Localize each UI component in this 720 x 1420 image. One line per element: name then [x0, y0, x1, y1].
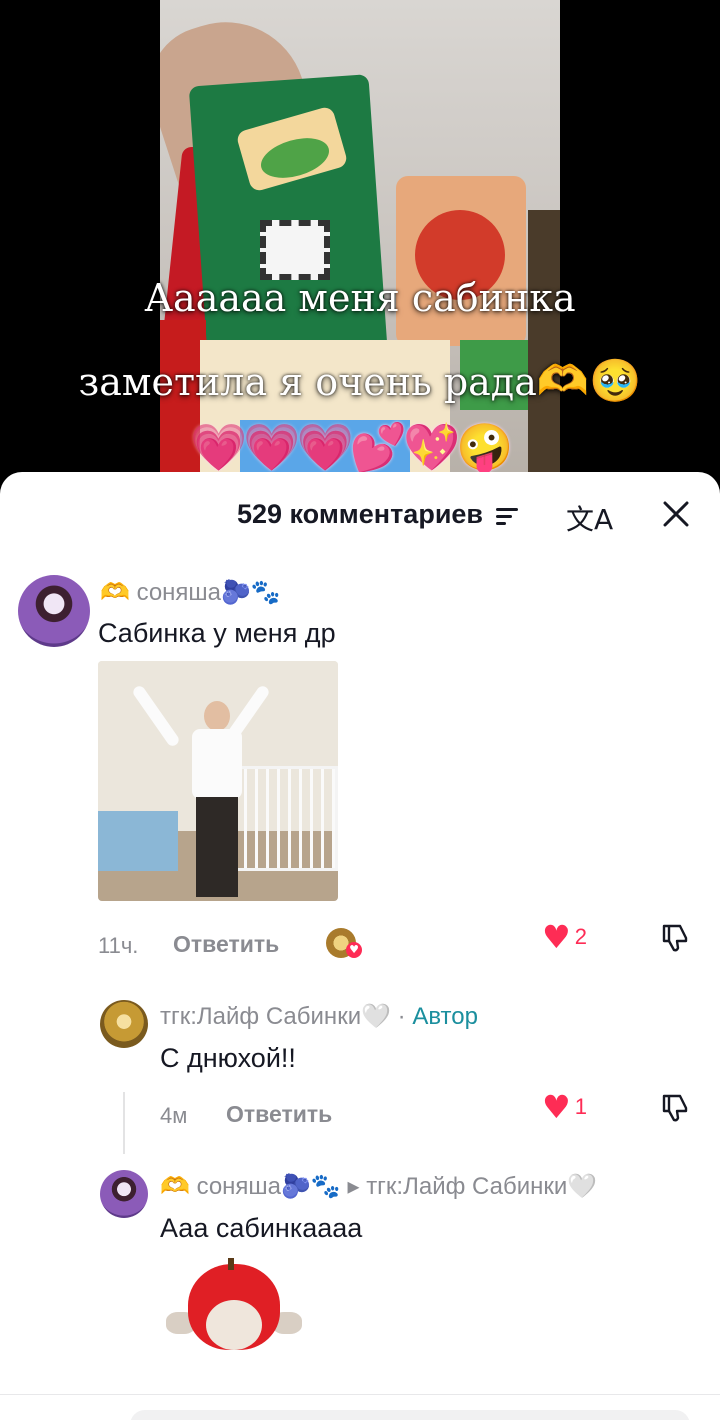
reply-text: Ааа сабинкаааа: [160, 1213, 363, 1243]
username-text: соняша: [196, 1173, 282, 1200]
creator-liked-heart-icon: ♥: [346, 942, 362, 958]
username-text: соняша: [136, 579, 222, 606]
sort-lines-icon[interactable]: [496, 508, 518, 526]
hearts-sticker-row: 💗💗💗💕💖🤪: [190, 420, 514, 475]
thread-line: [123, 1092, 125, 1154]
comments-header: 529 комментариев 文A: [0, 472, 720, 560]
close-icon[interactable]: [660, 498, 692, 530]
video-player[interactable]: Аааааа меня сабинка заметила я очень рад…: [0, 0, 720, 480]
white-heart-emoji: 🤍: [361, 1002, 391, 1030]
avatar[interactable]: [18, 575, 90, 647]
avatar[interactable]: [100, 1000, 148, 1048]
comments-sheet: 529 комментариев 文A 🫶 соняша🫐🐾 Сабинка у…: [0, 472, 720, 1420]
blueberry-paw-emoji: 🫐🐾: [221, 578, 281, 606]
apple-cat-sticker[interactable]: [166, 1258, 302, 1358]
heart-icon: ♥: [542, 1088, 571, 1126]
heart-icon: ♥: [542, 918, 571, 956]
divider: [0, 1394, 720, 1395]
video-caption-line-2: заметила я очень рада🫶🥹: [0, 356, 720, 406]
reply-to-username[interactable]: тгк:Лайф Сабинки: [366, 1173, 567, 1200]
reply-arrow-icon: ▸: [347, 1173, 360, 1200]
dislike-icon[interactable]: [658, 920, 692, 954]
dislike-icon[interactable]: [658, 1090, 692, 1124]
comment-photo[interactable]: [98, 661, 338, 901]
pink-hearts-emoji: 💗💗💗💕💖: [190, 420, 460, 474]
video-caption-line-1: Аааааа меня сабинка: [144, 276, 576, 320]
reply-username[interactable]: 🫶 соняша🫐🐾 ▸ тгк:Лайф Сабинки🤍: [160, 1172, 597, 1201]
translate-icon[interactable]: 文A: [566, 498, 613, 538]
qr-code-illustration: [260, 220, 330, 280]
like-count: 2: [574, 924, 587, 949]
white-heart-emoji: 🤍: [567, 1172, 598, 1200]
like-button[interactable]: ♥ 2: [542, 918, 587, 956]
username-text: тгк:Лайф Сабинки: [160, 1003, 362, 1030]
heart-hands-emoji: 🫶🥹: [536, 356, 642, 405]
reply-username[interactable]: тгк:Лайф Сабинки🤍 · Автор: [160, 1002, 478, 1031]
heart-hands-emoji: 🫶: [160, 1172, 190, 1200]
zany-face-emoji: 🤪: [456, 420, 513, 474]
video-frame: [160, 0, 560, 480]
separator-dot: ·: [397, 1003, 406, 1030]
comment-username[interactable]: 🫶 соняша🫐🐾: [100, 578, 281, 607]
video-caption-text-2: заметила я очень рада: [78, 360, 537, 404]
comment-time: 11ч.: [98, 933, 139, 958]
author-badge: Автор: [412, 1003, 478, 1030]
reply-button[interactable]: Ответить: [173, 931, 279, 958]
comment-input-edge[interactable]: [130, 1410, 690, 1420]
blueberry-paw-emoji: 🫐🐾: [281, 1172, 341, 1200]
reply-text: С днюхой!!: [160, 1043, 296, 1073]
heart-hands-emoji: 🫶: [100, 578, 130, 606]
reply-time: 4м: [160, 1103, 188, 1128]
dark-box-illustration: [528, 210, 560, 480]
comment-text: Сабинка у меня др: [98, 618, 336, 648]
like-count: 1: [574, 1094, 587, 1119]
avatar[interactable]: [100, 1170, 148, 1218]
reply-button[interactable]: Ответить: [226, 1101, 332, 1128]
like-button[interactable]: ♥ 1: [542, 1088, 587, 1126]
